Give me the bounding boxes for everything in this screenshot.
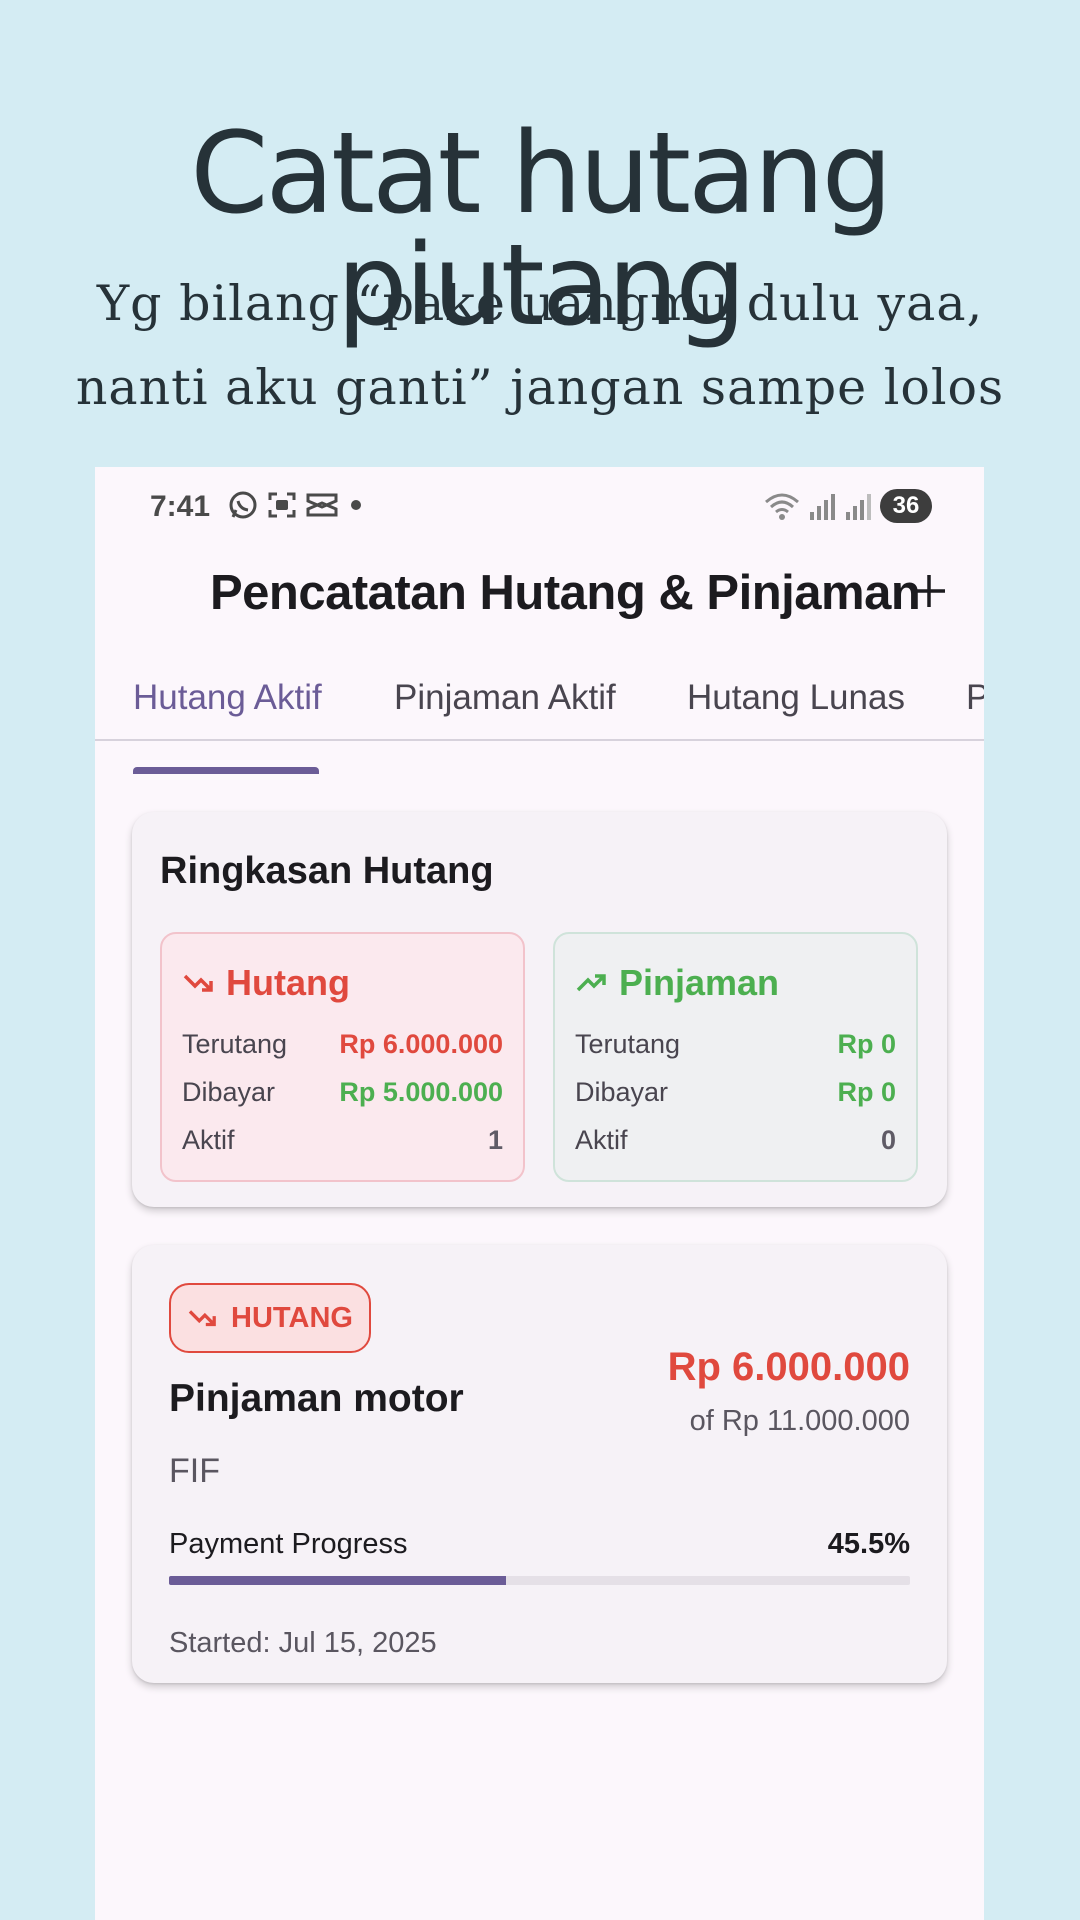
status-right-icons: 36 bbox=[762, 489, 932, 523]
loan-summary: Pinjaman Terutang Rp 0 Dibayar Rp 0 Akti… bbox=[553, 932, 918, 1182]
summary-card: Ringkasan Hutang Hutang Terutang Rp 6.00… bbox=[132, 812, 947, 1207]
debt-total: of Rp 11.000.000 bbox=[689, 1405, 910, 1437]
dot-icon bbox=[351, 500, 361, 510]
row-value: Rp 5.000.000 bbox=[339, 1077, 503, 1107]
loan-row-dibayar: Dibayar Rp 0 bbox=[575, 1077, 896, 1108]
row-value: Rp 0 bbox=[837, 1077, 896, 1107]
row-label: Dibayar bbox=[182, 1077, 276, 1107]
summary-title: Ringkasan Hutang bbox=[160, 850, 494, 892]
start-date: Started: Jul 15, 2025 bbox=[169, 1627, 437, 1659]
add-button[interactable] bbox=[905, 567, 953, 615]
row-value: Rp 0 bbox=[837, 1029, 896, 1059]
battery-indicator: 36 bbox=[880, 489, 932, 523]
trending-down-icon bbox=[188, 1310, 216, 1327]
row-value: 1 bbox=[487, 1125, 503, 1155]
promo-subtitle-line-2: nanti aku ganti” jangan sampe lolos bbox=[75, 359, 1005, 416]
trending-up-icon bbox=[576, 974, 606, 992]
wifi-icon bbox=[765, 493, 799, 520]
debt-amount: Rp 6.000.000 bbox=[667, 1345, 910, 1389]
whatsapp-icon bbox=[229, 491, 257, 519]
status-time: 7:41 bbox=[150, 490, 211, 523]
promo-subtitle: Yg bilang “pake uangmu dulu yaa, nanti a… bbox=[0, 262, 1080, 430]
tab-hutang-lunas[interactable]: Hutang Lunas bbox=[687, 657, 905, 739]
debt-summary: Hutang Terutang Rp 6.000.000 Dibayar Rp … bbox=[160, 932, 525, 1182]
loan-row-terutang: Terutang Rp 0 bbox=[575, 1029, 896, 1060]
plus-icon bbox=[913, 575, 945, 607]
row-label: Aktif bbox=[575, 1125, 628, 1155]
row-label: Terutang bbox=[182, 1029, 288, 1059]
row-value: 0 bbox=[880, 1125, 896, 1155]
phone-screen: 7:41 36 Pencatatan Hutang & Pinjaman Hut… bbox=[95, 467, 984, 1920]
row-label: Dibayar bbox=[575, 1077, 669, 1107]
tab-bar: Hutang Aktif Pinjaman Aktif Hutang Lunas… bbox=[95, 657, 984, 741]
debt-name: Pinjaman motor bbox=[169, 1377, 464, 1420]
debt-row-terutang: Terutang Rp 6.000.000 bbox=[182, 1029, 503, 1060]
row-value: Rp 6.000.000 bbox=[339, 1029, 503, 1059]
tab-pinjaman-lunas[interactable]: P bbox=[966, 657, 984, 739]
row-label: Aktif bbox=[182, 1125, 235, 1155]
debt-lender: FIF bbox=[169, 1452, 220, 1490]
loan-summary-label: Pinjaman bbox=[619, 962, 780, 1003]
tab-pinjaman-aktif[interactable]: Pinjaman Aktif bbox=[394, 657, 616, 739]
debt-row-dibayar: Dibayar Rp 5.000.000 bbox=[182, 1077, 503, 1108]
row-label: Terutang bbox=[575, 1029, 681, 1059]
progress-percent: 45.5% bbox=[827, 1528, 910, 1560]
status-bar: 7:41 36 bbox=[95, 467, 984, 549]
promo-subtitle-line-1: Yg bilang “pake uangmu dulu yaa, bbox=[96, 275, 984, 332]
progress-bar bbox=[169, 1576, 910, 1585]
signal-icon bbox=[810, 494, 835, 520]
tab-indicator bbox=[133, 767, 319, 774]
trending-down-icon bbox=[183, 974, 213, 992]
tab-hutang-aktif[interactable]: Hutang Aktif bbox=[133, 657, 322, 739]
screenshot-icon bbox=[268, 492, 296, 518]
status-left-icons bbox=[227, 489, 366, 521]
debt-summary-label: Hutang bbox=[226, 962, 350, 1003]
badge-label: HUTANG bbox=[231, 1301, 353, 1334]
debt-item-card[interactable]: HUTANG Pinjaman motor FIF Rp 6.000.000 o… bbox=[132, 1245, 947, 1683]
debt-type-badge: HUTANG bbox=[169, 1283, 371, 1353]
loan-row-aktif: Aktif 0 bbox=[575, 1125, 896, 1156]
loan-summary-header: Pinjaman bbox=[575, 962, 779, 1004]
progress-label: Payment Progress bbox=[169, 1528, 408, 1560]
signal-icon-2 bbox=[846, 494, 871, 520]
progress-fill bbox=[169, 1576, 507, 1585]
debt-summary-header: Hutang bbox=[182, 962, 350, 1004]
debt-row-aktif: Aktif 1 bbox=[182, 1125, 503, 1156]
capcut-icon bbox=[306, 493, 338, 517]
page-title: Pencatatan Hutang & Pinjaman bbox=[210, 566, 921, 620]
